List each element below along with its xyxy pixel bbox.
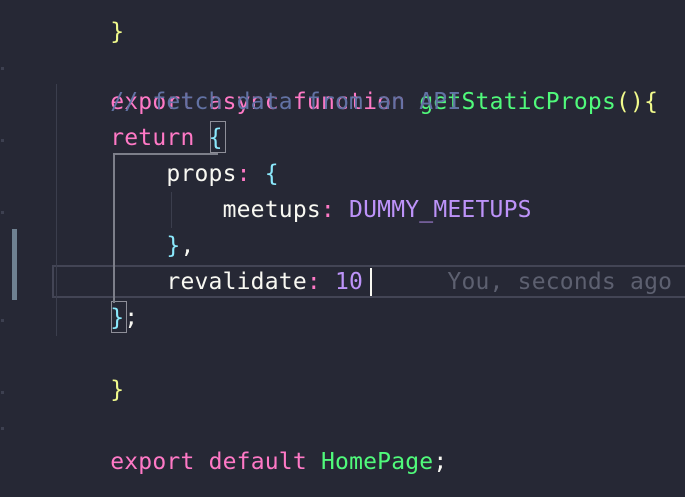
code-editor[interactable]: } export async function getStaticProps()… — [0, 0, 685, 497]
code-line-1[interactable]: export async function getStaticProps(){ — [54, 48, 658, 115]
object-brace-close: } — [110, 305, 125, 331]
semicolon: ; — [433, 449, 448, 475]
fold-marker — [1, 139, 4, 142]
text-cursor — [370, 268, 372, 296]
fold-marker — [1, 211, 4, 214]
property-revalidate: revalidate — [166, 269, 307, 295]
code-line-3[interactable]: return { — [54, 120, 223, 156]
code-line-11[interactable]: export default HomePage; — [54, 408, 447, 475]
comma: , — [180, 233, 195, 259]
keyword-default: default — [208, 449, 307, 475]
colon: : — [306, 269, 321, 295]
code-line-6[interactable]: }, — [54, 228, 195, 264]
constant-dummy-meetups: DUMMY_MEETUPS — [349, 197, 532, 223]
component-name: HomePage — [320, 449, 434, 475]
code-line-4[interactable]: props: { — [54, 156, 279, 192]
code-line-8[interactable]: }; — [54, 300, 138, 336]
props-brace-open: { — [264, 161, 279, 187]
colon: : — [236, 161, 251, 187]
code-line-9[interactable]: } — [54, 336, 124, 403]
fold-marker — [1, 67, 4, 70]
git-blame-annotation: You, seconds ago — [447, 269, 673, 295]
code-line-5[interactable]: meetups: DUMMY_MEETUPS — [54, 192, 532, 228]
keyword-return: return — [110, 125, 195, 151]
object-brace-open: { — [208, 125, 223, 151]
code-line-0[interactable]: } — [54, 0, 124, 45]
function-brace-close: } — [110, 377, 125, 403]
code-line-7[interactable]: revalidate: 10 You, seconds ago — [54, 264, 672, 300]
modified-line-marker[interactable] — [12, 229, 17, 300]
function-parens: (){ — [616, 89, 659, 115]
revalidate-value: 10 — [335, 269, 364, 295]
semicolon: ; — [124, 305, 139, 331]
keyword-export: export — [110, 449, 195, 475]
closing-brace: } — [110, 19, 125, 45]
colon: : — [320, 197, 335, 223]
props-brace-close: } — [166, 233, 181, 259]
property-props: props — [166, 161, 237, 187]
code-line-2[interactable]: // fetch data from an API — [54, 84, 461, 120]
code-comment: // fetch data from an API — [110, 89, 462, 115]
fold-marker — [1, 427, 4, 430]
fold-marker — [1, 391, 4, 394]
fold-marker — [1, 319, 4, 322]
property-meetups: meetups — [222, 197, 321, 223]
